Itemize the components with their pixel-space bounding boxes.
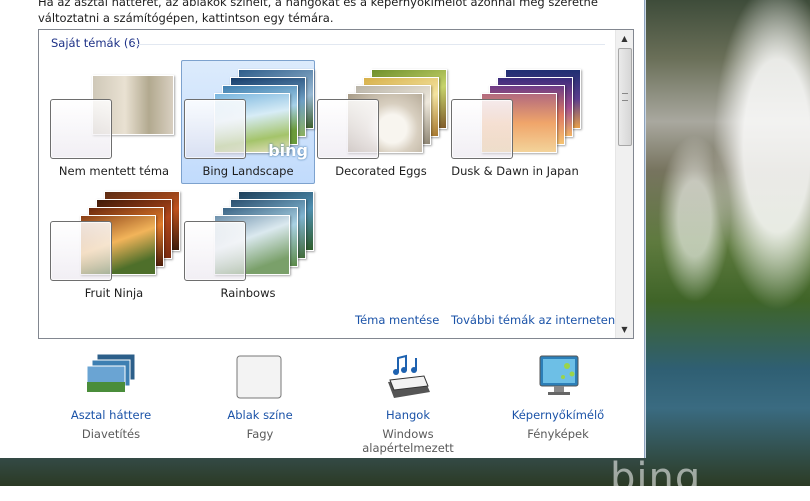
scroll-thumb[interactable] <box>618 48 632 146</box>
wallpaper-bing-logo: bing <box>610 455 702 501</box>
theme-label: Bing Landscape <box>202 164 294 178</box>
intro-text: Ha az asztal hátterét, az ablakok színei… <box>38 0 598 25</box>
theme-fruit-ninja[interactable]: Fruit Ninja <box>47 182 181 306</box>
theme-label: Decorated Eggs <box>335 164 427 178</box>
window-color-preview <box>50 221 112 281</box>
theme-label: Nem mentett téma <box>58 164 170 178</box>
sounds-icon <box>380 352 436 402</box>
sounds-title: Hangok <box>386 408 430 422</box>
sounds-item[interactable]: Hangok Windows alapértelmezett <box>343 352 473 455</box>
window-color-subtitle: Fagy <box>246 427 274 441</box>
window-color-icon <box>232 352 288 402</box>
theme-label: Dusk & Dawn in Japan <box>451 164 579 178</box>
theme-rainbows[interactable]: Rainbows <box>181 182 315 306</box>
save-theme-link[interactable]: Téma mentése <box>355 313 439 327</box>
screensaver-title: Képernyőkímélő <box>511 408 605 422</box>
window-color-preview <box>317 99 379 159</box>
desktop-background-icon <box>83 352 139 402</box>
window-color-preview <box>184 99 246 159</box>
window-color-preview <box>50 99 112 159</box>
sounds-subtitle: Windows alapértelmezett <box>362 427 454 455</box>
bing-logo: bing <box>268 141 308 160</box>
personalization-window: Ha az asztal hátterét, az ablakok színei… <box>0 0 645 458</box>
theme-nem-mentett[interactable]: Nem mentett téma <box>47 60 181 184</box>
desktop-background-subtitle: Diavetítés <box>81 427 141 441</box>
theme-label: Rainbows <box>220 286 276 300</box>
theme-label: Fruit Ninja <box>84 286 144 300</box>
theme-bing-landscape[interactable]: bing Bing Landscape <box>181 60 315 184</box>
window-color-preview <box>184 221 246 281</box>
screensaver-subtitle: Fényképek <box>527 427 589 441</box>
window-color-item[interactable]: Ablak színe Fagy <box>195 352 325 441</box>
group-header-my-themes: Saját témák (6) <box>51 36 141 50</box>
scroll-up-arrow-icon[interactable]: ▲ <box>616 30 633 47</box>
vertical-scrollbar[interactable]: ▲ ▼ <box>615 30 633 338</box>
more-themes-online-link[interactable]: További témák az interneten <box>451 313 615 327</box>
themes-list: Saját témák (6) Nem mentett téma bing Bi… <box>38 29 634 339</box>
desktop-background-title: Asztal háttere <box>70 408 152 422</box>
screensaver-icon <box>530 352 586 402</box>
scroll-down-arrow-icon[interactable]: ▼ <box>616 321 633 338</box>
screensaver-item[interactable]: Képernyőkímélő Fényképek <box>493 352 623 441</box>
window-color-preview <box>451 99 513 159</box>
theme-dusk-dawn-japan[interactable]: Dusk & Dawn in Japan <box>448 60 582 184</box>
window-color-title: Ablak színe <box>227 408 293 422</box>
theme-decorated-eggs[interactable]: Decorated Eggs <box>314 60 448 184</box>
desktop-background-item[interactable]: Asztal háttere Diavetítés <box>46 352 176 441</box>
group-divider <box>131 44 605 45</box>
